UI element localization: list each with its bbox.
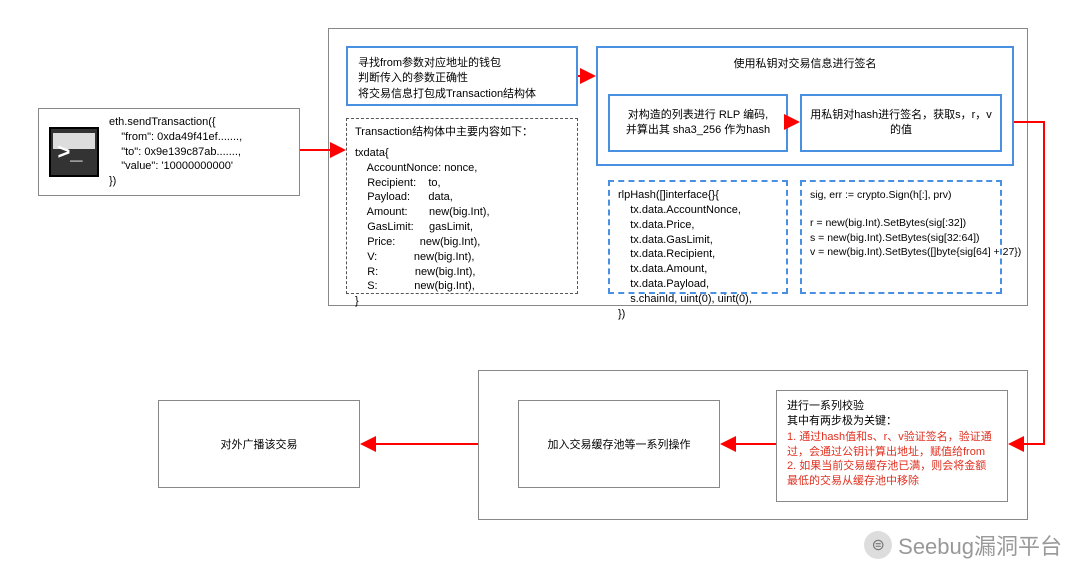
find-wallet-box: 寻找from参数对应地址的钱包 判断传入的参数正确性 将交易信息打包成Trans… [346,46,578,106]
rlp-encode-box: 对构造的列表进行 RLP 编码, 并算出其 sha3_256 作为hash [608,94,788,152]
tx-struct-title: Transaction结构体中主要内容如下： [355,125,569,140]
terminal-icon: >_ [49,127,99,177]
tx-struct-body: txdata{ AccountNonce: nonce, Recipient: … [355,146,569,309]
verify-r2: 2. 如果当前交易缓存池已满，则会将金额最低的交易从缓存池中移除 [787,459,997,489]
sign-hash-box: 用私钥对hash进行签名，获取s，r，v的值 [800,94,1002,152]
join-pool-box: 加入交易缓存池等一系列操作 [518,400,720,488]
sign-hash-text: 用私钥对hash进行签名，获取s，r，v的值 [810,108,992,138]
terminal-box: >_ eth.sendTransaction({ "from": 0xda49f… [38,108,300,196]
verify-r1: 1. 通过hash值和s、r、v验证签名，验证通过，会通过公钥计算出地址，赋值给… [787,430,997,460]
watermark: ⊜ Seebug漏洞平台 [864,529,1062,561]
verify-box: 进行一系列校验 其中有两步极为关键： 1. 通过hash值和s、r、v验证签名，… [776,390,1008,502]
join-pool-text: 加入交易缓存池等一系列操作 [548,436,691,452]
watermark-text: Seebug漏洞平台 [898,529,1062,561]
broadcast-text: 对外广播该交易 [221,436,298,452]
crypto-sign-body: sig, err := crypto.Sign(h[:], prv) r = n… [810,188,992,259]
wechat-icon: ⊜ [864,531,892,559]
sign-title: 使用私钥对交易信息进行签名 [598,48,1012,78]
crypto-sign-box: sig, err := crypto.Sign(h[:], prv) r = n… [800,180,1002,294]
find-wallet-l2: 判断传入的参数正确性 [358,71,566,86]
verify-title: 进行一系列校验 [787,399,997,414]
rlp-hash-body: rlpHash([]interface{}{ tx.data.AccountNo… [618,188,778,322]
verify-sub: 其中有两步极为关键： [787,414,997,429]
rlp-hash-box: rlpHash([]interface{}{ tx.data.AccountNo… [608,180,788,294]
find-wallet-l3: 将交易信息打包成Transaction结构体 [358,87,566,102]
find-wallet-l1: 寻找from参数对应地址的钱包 [358,56,566,71]
broadcast-box: 对外广播该交易 [158,400,360,488]
terminal-code: eth.sendTransaction({ "from": 0xda49f41e… [109,115,242,189]
tx-struct-box: Transaction结构体中主要内容如下： txdata{ AccountNo… [346,118,578,294]
rlp-encode-text: 对构造的列表进行 RLP 编码, 并算出其 sha3_256 作为hash [626,108,770,138]
